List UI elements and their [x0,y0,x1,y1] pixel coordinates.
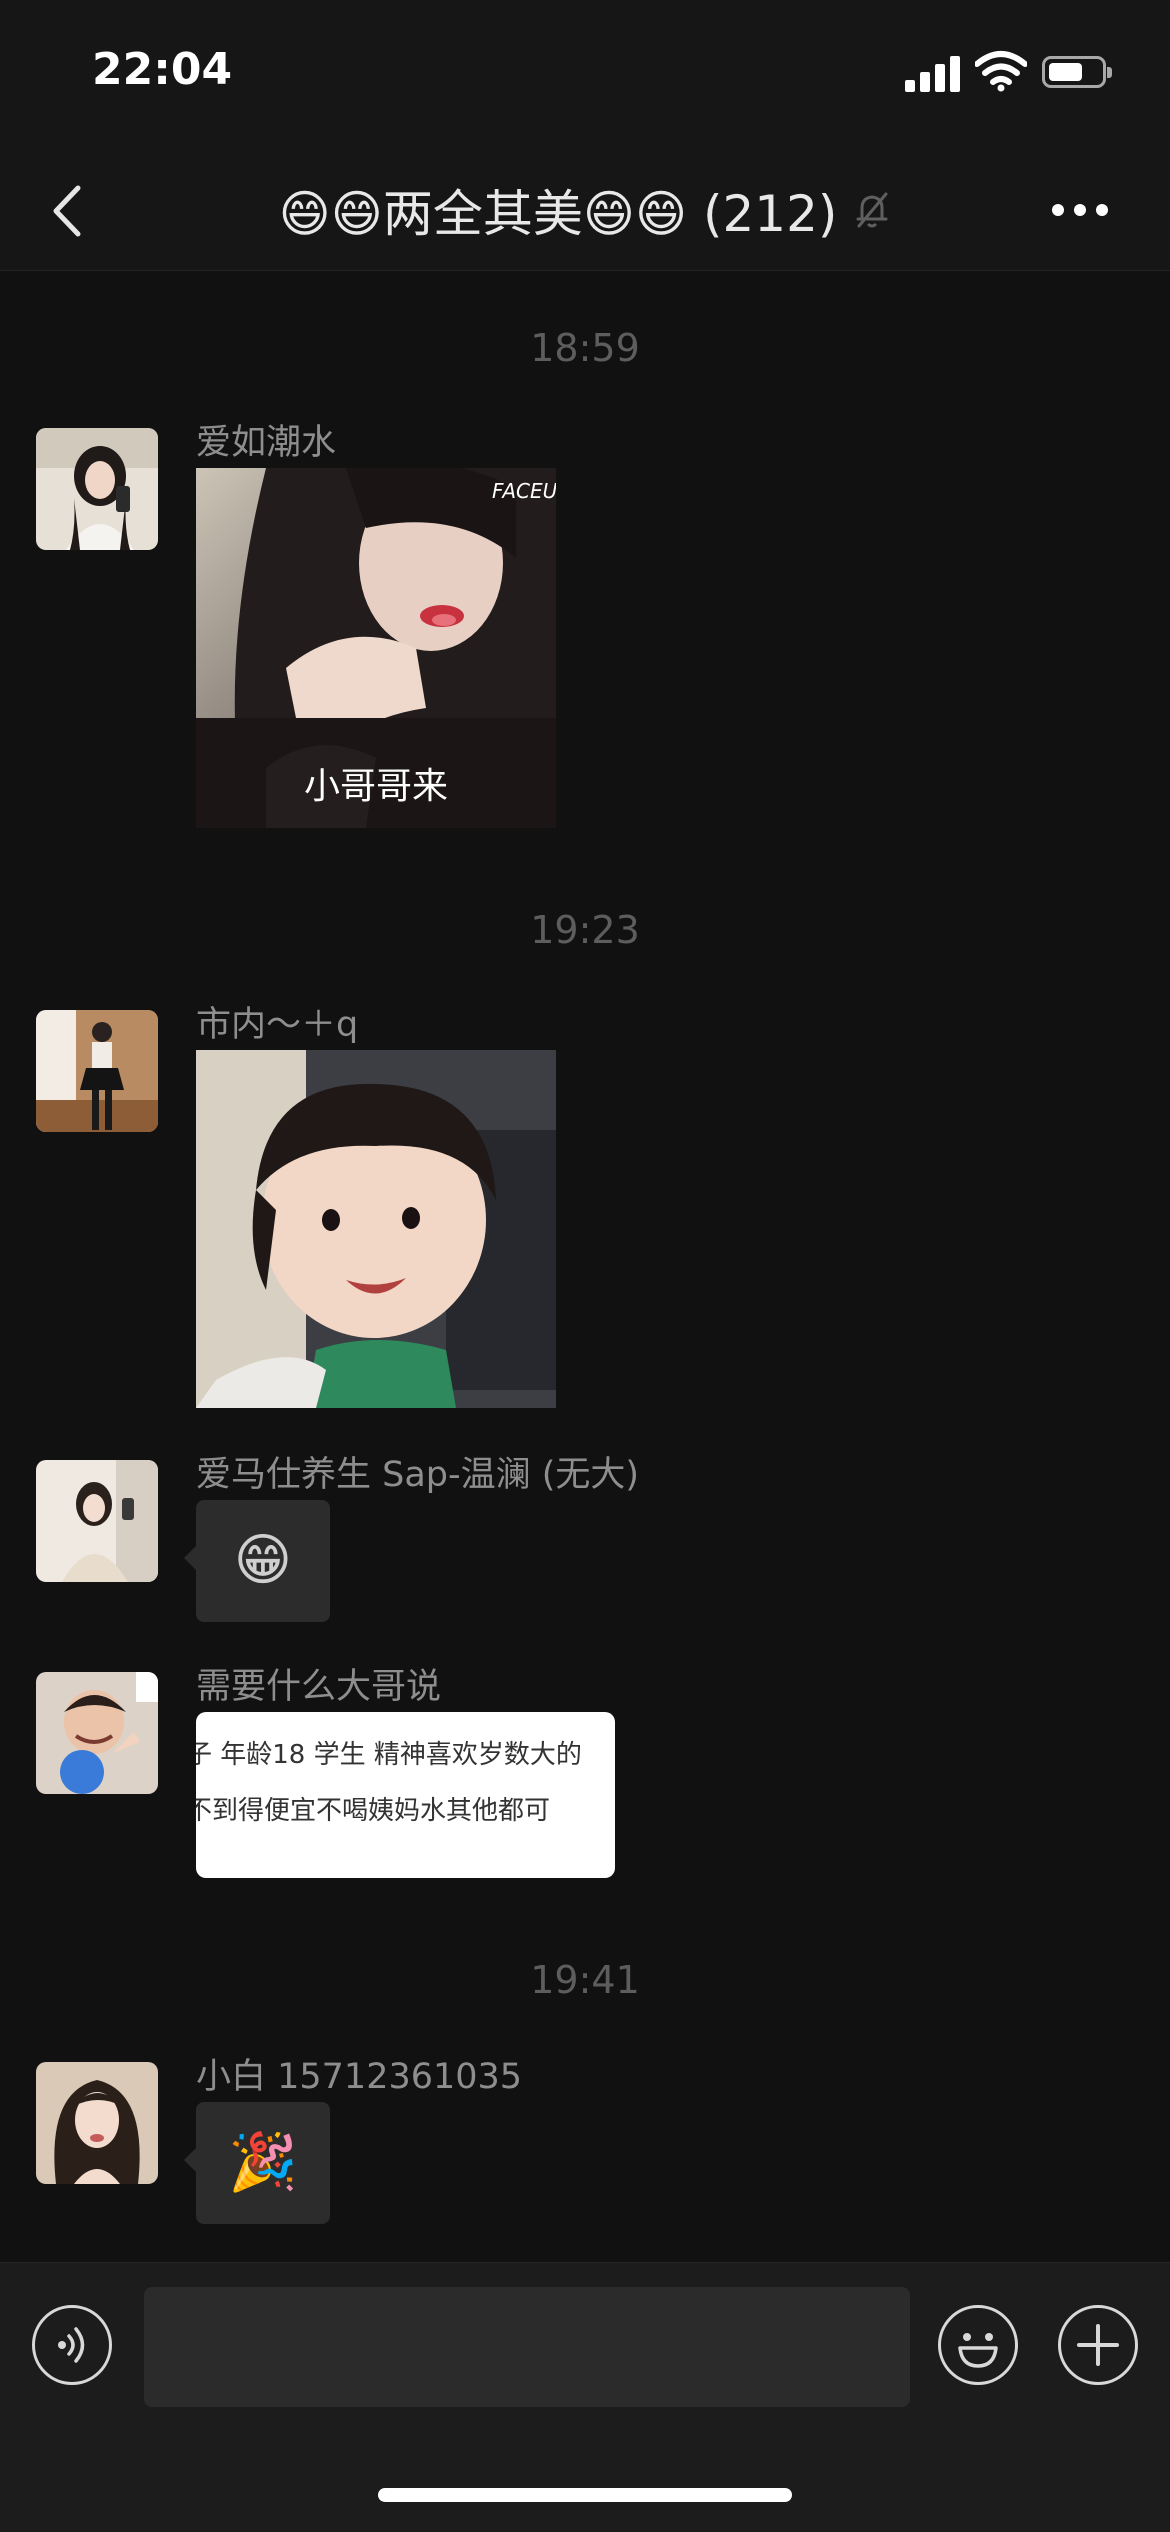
text-image-line: 不到得便宜不喝姨妈水其他都可 [196,1796,551,1826]
sender-name: 爱马仕养生 Sap-温澜 (无大) [196,1455,640,1495]
text-image-line: 子 年龄18 学生 精神喜欢岁数大的 [196,1740,582,1770]
image-message[interactable]: FACEU 小哥哥来 [196,468,556,828]
battery-level [1049,63,1082,81]
avatar[interactable] [36,1010,158,1132]
text-image-message[interactable]: 子 年龄18 学生 精神喜欢岁数大的 不到得便宜不喝姨妈水其他都可 [196,1712,615,1878]
avatar[interactable] [36,1460,158,1582]
chat-title: 😄😄两全其美😄😄 (212) [278,185,838,243]
plus-icon[interactable] [1058,2305,1138,2385]
image-message[interactable] [196,1050,556,1408]
message-input[interactable] [144,2287,910,2407]
timestamp: 19:23 [530,908,640,952]
sender-name: 市内～＋q [196,1005,359,1045]
voice-icon[interactable] [32,2305,112,2385]
home-indicator[interactable] [378,2488,792,2502]
smiley-icon[interactable] [938,2305,1018,2385]
status-time: 22:04 [92,44,233,95]
sender-name: 需要什么大哥说 [196,1667,442,1707]
chevron-left-icon[interactable] [40,176,100,246]
ellipsis-icon[interactable] [1052,198,1112,222]
emoji-bubble[interactable]: 😁 [184,1500,330,1622]
nav-bar: 😄😄两全其美😄😄 (212) [0,150,1170,271]
timestamp: 18:59 [530,326,640,370]
emoji-content: 🎉 [228,2130,298,2195]
avatar[interactable] [36,1672,158,1794]
battery-icon [1042,56,1112,88]
sender-name: 爱如潮水 [196,423,337,463]
image-caption: 小哥哥来 [304,766,448,807]
faceu-watermark: FACEU [492,479,556,503]
chat-screen: 22:04 😄😄两全其美😄😄 (212) 18:59 爱如潮水 FACEU 小哥… [0,0,1170,2532]
wifi-icon [975,51,1027,92]
bell-off-icon [856,192,888,228]
status-bar: 22:04 [0,0,1170,150]
timestamp: 19:41 [530,1958,640,2002]
avatar[interactable] [36,2062,158,2184]
emoji-content: 😁 [233,1528,293,1593]
avatar[interactable] [36,428,158,550]
cellular-signal-icon [905,56,961,92]
emoji-bubble[interactable]: 🎉 [184,2102,330,2224]
sender-name: 小白 15712361035 [196,2057,523,2097]
chat-title-group[interactable]: 😄😄两全其美😄😄 (212) [150,172,1020,248]
